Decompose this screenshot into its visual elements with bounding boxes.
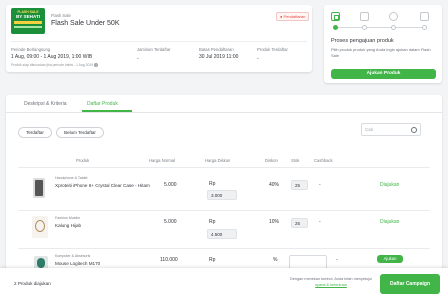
header-divider <box>11 41 307 42</box>
submit-product-button[interactable]: Ajukan Produk <box>331 69 436 79</box>
product-name: Xproteiti iPhone 6+ Crystal Clear Case -… <box>55 183 150 188</box>
steps-title: Proses pengajuan produk <box>331 38 394 44</box>
products-label: Produk Terdaftar <box>257 47 288 52</box>
discount-price-input[interactable]: 4.500 <box>207 229 237 239</box>
info-icon[interactable]: i <box>94 63 99 67</box>
header-stock: Stok <box>291 158 300 163</box>
submit-row-button[interactable]: Ajukan <box>377 255 403 263</box>
table-row: Fashion Muslim Kalung Hijab 5.000 Rp 4.5… <box>18 213 430 249</box>
header-normal-price: Harga Normal <box>149 158 176 163</box>
products-value: - <box>257 56 259 62</box>
selected-value: - <box>137 56 139 62</box>
footer-bar: 2 Produk diajukan Dengan menekan tombol,… <box>0 268 448 300</box>
normal-price: 5.000 <box>164 219 177 225</box>
tab-description[interactable]: Deskripsi & Kriteria <box>24 101 67 107</box>
product-thumbnail <box>33 178 45 198</box>
status-submitted[interactable]: Diajukan <box>380 182 399 188</box>
cashback-value: - <box>319 182 321 188</box>
normal-price: 5.000 <box>164 182 177 188</box>
step-dot-4 <box>422 25 427 30</box>
stock-input[interactable]: 25 <box>291 218 308 228</box>
steps-card: Proses pengajuan produk Pilih produk pro… <box>324 5 442 83</box>
terms-prefix: Dengan menekan tombol, Anda telah menyet… <box>290 277 372 281</box>
search-placeholder: Cari <box>365 127 374 132</box>
terms-link[interactable]: syarat & ketentuan <box>315 283 347 287</box>
campaign-type-label: Flash Sale <box>51 13 71 18</box>
step-dot-active <box>333 25 338 30</box>
table-row: Handphone & Tablet Xproteiti iPhone 6+ C… <box>18 173 430 209</box>
header-divider-line <box>18 167 430 168</box>
header-discount-price: Harga Diskon <box>205 158 231 163</box>
row-divider <box>18 248 430 249</box>
discount-value: 10% <box>269 219 280 225</box>
step-2-icon <box>360 12 369 21</box>
cashback-value: - <box>336 257 338 263</box>
currency-label: Rp <box>209 257 216 263</box>
logo-stripe <box>14 21 42 24</box>
period-value: 1 Aug, 09:00 - 1 Aug 2019, 1:00 WIB <box>11 54 93 60</box>
product-name: Kalung Hijab <box>55 223 82 228</box>
step-4-icon <box>420 12 429 21</box>
header-cashback: Cashback <box>314 158 333 163</box>
discount-percent-sign: % <box>273 257 278 263</box>
discount-value: 40% <box>269 182 280 188</box>
step-dot-2 <box>362 25 367 30</box>
logo-stripe-2 <box>14 26 42 28</box>
step-dot-3 <box>391 25 396 30</box>
period-label: Periode Berlangsung <box>11 47 51 52</box>
step-track <box>335 27 425 28</box>
campaign-logo: FLASH SALE BY SEHATI <box>11 8 45 34</box>
tab-product-list[interactable]: Daftar Produk <box>87 101 118 107</box>
submitted-count: 2 Produk diajukan <box>14 281 51 286</box>
period-note-text: Produk siap diturunkan jika periode habi… <box>11 63 94 67</box>
logo-line2: BY SEHATI <box>15 14 41 19</box>
stock-input[interactable]: 25 <box>291 180 308 190</box>
search-icon <box>411 127 417 133</box>
cashback-value: - <box>319 219 321 225</box>
campaign-title: Flash Sale Under 50K <box>51 20 120 27</box>
status-submitted[interactable]: Diajukan <box>380 219 399 225</box>
search-input[interactable]: Cari <box>361 123 421 136</box>
product-name: Mouse Logitech M170 <box>55 261 101 266</box>
product-thumbnail <box>32 216 48 238</box>
product-category: Fashion Muslim <box>55 216 81 220</box>
status-badge-label: Pendaftaran <box>283 14 306 19</box>
filter-registered-button[interactable]: Terdaftar <box>18 127 52 138</box>
normal-price: 110.000 <box>160 257 178 263</box>
register-campaign-button[interactable]: Daftar Campaign <box>380 274 440 294</box>
deadline-label: Batas Pendaftaran <box>199 47 234 52</box>
selected-label: Jaminan Terdaftar <box>137 47 171 52</box>
stock-input-empty[interactable] <box>289 255 327 269</box>
deadline-value: 30 Jul 2019 11:00 <box>199 54 239 60</box>
product-category: Handphone & Tablet <box>55 176 88 180</box>
filter-not-registered-button[interactable]: Belum Terdaftar <box>56 127 104 138</box>
step-1-icon <box>331 12 340 21</box>
row-divider <box>18 210 430 211</box>
discount-price-input[interactable]: 3.000 <box>207 190 237 200</box>
status-dot-icon: ● <box>280 14 283 19</box>
header-discount: Diskon <box>265 158 278 163</box>
product-category: Komputer & Aksesoris <box>55 254 91 258</box>
table-header: Produk Harga Normal Harga Diskon Diskon … <box>18 157 430 165</box>
step-3-icon <box>389 12 398 21</box>
period-note: Produk siap diturunkan jika periode habi… <box>11 63 99 67</box>
header-product: Produk <box>76 158 90 163</box>
terms-text: Dengan menekan tombol, Anda telah menyet… <box>286 277 376 288</box>
currency-label: Rp <box>209 219 216 225</box>
steps-desc: Pilih produk produk yang Anda ingin ajuk… <box>331 47 431 58</box>
campaign-header-card: FLASH SALE BY SEHATI Flash Sale Flash Sa… <box>6 5 312 72</box>
tabs-divider <box>6 112 442 113</box>
currency-label: Rp <box>209 181 216 187</box>
status-badge: ● Pendaftaran <box>276 12 310 21</box>
